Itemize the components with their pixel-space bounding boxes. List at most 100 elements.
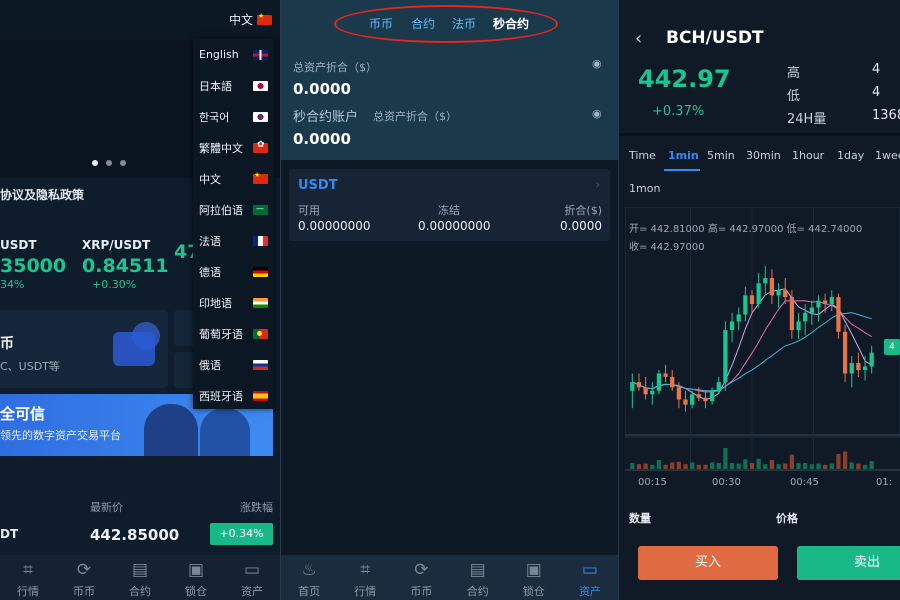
candle-body [763, 278, 768, 284]
kline-chart[interactable]: 开= 442.81000 高= 442.97000 低= 442.74000 收… [624, 206, 900, 497]
nav-contract[interactable]: ▤ 合约 [450, 555, 506, 600]
current-language-label: 中文 [228, 13, 253, 27]
interval-time[interactable]: Time [629, 149, 656, 162]
interval-5min[interactable]: 5min [707, 149, 735, 162]
pair-title: BCH/USDT [666, 28, 764, 48]
ohlc-info-line1: 开= 442.81000 高= 442.97000 低= 442.74000 [629, 224, 863, 235]
volume-bar [743, 459, 748, 469]
volume-bar [696, 464, 701, 469]
frozen-label: 冻结 [438, 204, 460, 217]
interval-1day[interactable]: 1day [837, 149, 864, 162]
buy-button[interactable]: 买入 [638, 546, 778, 580]
volume-bar [703, 464, 708, 469]
language-selector[interactable]: 中文 [229, 11, 272, 28]
nav-lock[interactable]: ▣ 锁仓 [506, 555, 562, 600]
kline-panel: ‹ BCH/USDT 442.97 +0.37% 高 4 低 4 24H量 13… [619, 0, 900, 600]
nav-lock[interactable]: ▣ 锁仓 [168, 555, 224, 600]
volume-bar [683, 464, 688, 469]
ticker-pair: USDT [0, 238, 37, 252]
assets-panel: 币币 合约 法币 秒合约 总资产折合（$） ◉ 0.0000 秒合约账户 总资产… [281, 0, 618, 600]
eye-icon[interactable]: ◉ [592, 57, 602, 70]
carousel-dot[interactable] [106, 160, 112, 166]
volume-bar [809, 464, 814, 469]
carousel-dot[interactable] [92, 160, 98, 166]
language-option-english[interactable]: English [193, 39, 274, 70]
promo-title: 全可信 [0, 405, 46, 423]
interval-1hour[interactable]: 1hour [792, 149, 824, 162]
nav-label: 资产 [241, 585, 263, 598]
notice-link[interactable]: 协议及隐私政策 [0, 186, 84, 203]
language-label: 한국어 [199, 110, 230, 124]
language-option-russian[interactable]: 俄语 [193, 349, 274, 380]
language-option-german[interactable]: 德语 [193, 256, 274, 287]
language-option-traditional-chinese[interactable]: 繁體中文 [193, 132, 274, 163]
price-change: +0.37% [652, 104, 705, 119]
market-change-badge: +0.34% [210, 523, 273, 545]
hongkong-flag-icon [253, 140, 268, 153]
low-label: 低 [787, 89, 801, 104]
coin-trade-card[interactable]: 币 C、USDT等 [0, 310, 168, 388]
highlight-annotation [334, 5, 558, 43]
language-option-portuguese[interactable]: 葡萄牙语 [193, 318, 274, 349]
market-symbol[interactable]: DT [0, 527, 18, 541]
china-flag-icon [253, 171, 268, 184]
nav-contract[interactable]: ▤ 合约 [112, 555, 168, 600]
language-dropdown: English 日本語 한국어 繁體中文 中文 阿拉伯语 法语 德语 印地语 葡… [193, 39, 274, 409]
candle-body [703, 397, 708, 402]
interval-30min[interactable]: 30min [746, 149, 781, 162]
candle-body [776, 290, 781, 296]
language-label: 阿拉伯语 [199, 203, 243, 217]
nav-assets[interactable]: ▭ 资产 [562, 555, 618, 600]
volume-value: 1368 [872, 108, 900, 123]
quantity-header: 数量 [629, 512, 651, 525]
assets-header: 币币 合约 法币 秒合约 总资产折合（$） ◉ 0.0000 秒合约账户 总资产… [281, 0, 618, 160]
candle-body [836, 297, 841, 332]
volume-bar [763, 464, 768, 469]
time-label: 01: [876, 477, 893, 488]
nav-label: 合约 [466, 585, 489, 598]
nav-markets[interactable]: ⌗ 行情 [0, 555, 56, 600]
nav-label: 币币 [73, 585, 95, 598]
usdt-asset-card[interactable]: USDT › 可用 冻结 折合($) 0.00000000 0.00000000… [289, 169, 610, 241]
volume-bar [823, 464, 828, 469]
portugal-flag-icon [253, 328, 268, 339]
language-option-chinese[interactable]: 中文 [193, 163, 274, 194]
total-assets-label: 总资产折合（$） [293, 61, 377, 74]
sell-button[interactable]: 卖出 [797, 546, 900, 580]
eye-icon[interactable]: ◉ [592, 107, 602, 120]
language-option-french[interactable]: 法语 [193, 225, 274, 256]
nav-spot[interactable]: ⟳ 币币 [393, 555, 449, 600]
language-label: 日本語 [199, 79, 232, 93]
ticker-card[interactable]: USDT 35000 34% [0, 238, 66, 291]
language-option-japanese[interactable]: 日本語 [193, 70, 274, 101]
interval-1week[interactable]: 1wee [875, 149, 900, 162]
ticker-card[interactable]: XRP/USDT 0.84511 +0.30% [82, 238, 169, 291]
language-option-spanish[interactable]: 西班牙语 [193, 380, 274, 411]
language-label: 中文 [199, 172, 221, 186]
language-option-korean[interactable]: 한국어 [193, 101, 274, 132]
available-value: 0.00000000 [298, 219, 371, 233]
volume-bar [756, 458, 761, 469]
language-option-hindi[interactable]: 印地语 [193, 287, 274, 318]
interval-1mon[interactable]: 1mon [629, 182, 660, 195]
candle-body [783, 290, 788, 298]
nav-home[interactable]: ♨ 首页 [281, 555, 337, 600]
nav-markets[interactable]: ⌗ 行情 [337, 555, 393, 600]
nav-spot[interactable]: ⟳ 币币 [56, 555, 112, 600]
carousel-dot[interactable] [120, 160, 126, 166]
language-label: 葡萄牙语 [199, 327, 243, 341]
back-arrow-icon[interactable]: ‹ [635, 28, 642, 49]
volume-bar [769, 460, 775, 469]
candle-body [829, 297, 834, 305]
interval-1min[interactable]: 1min [668, 149, 699, 162]
candle-body [803, 312, 808, 322]
nav-assets[interactable]: ▭ 资产 [224, 555, 280, 600]
candle-body [643, 387, 648, 395]
germany-flag-icon [253, 266, 268, 277]
japan-flag-icon [253, 80, 268, 91]
lock-icon: ▣ [525, 560, 542, 580]
language-label: 法语 [199, 234, 221, 248]
language-label: 俄语 [199, 358, 221, 372]
lock-icon: ▣ [187, 560, 205, 580]
language-option-arabic[interactable]: 阿拉伯语 [193, 194, 274, 225]
